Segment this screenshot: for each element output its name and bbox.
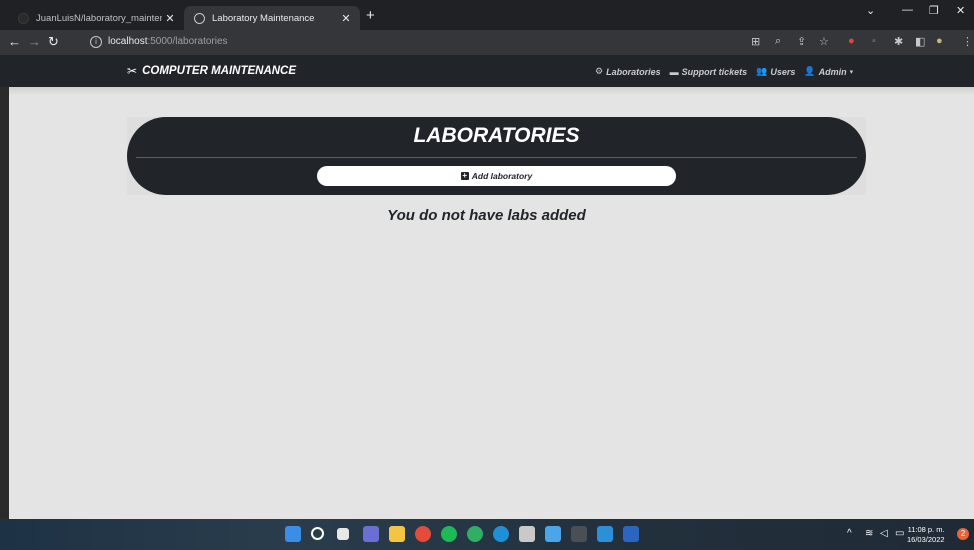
navbar-shadow [9, 87, 974, 95]
user-icon: 👤 [804, 66, 816, 76]
edge-icon[interactable] [493, 526, 509, 542]
header-card: LABORATORIES + Add laboratory [127, 117, 866, 195]
time-text: 11:08 p. m. [907, 525, 945, 534]
task-view-icon[interactable] [337, 528, 349, 540]
word-icon[interactable] [623, 526, 639, 542]
chrome-icon[interactable] [415, 526, 431, 542]
add-laboratory-label: Add laboratory [471, 171, 533, 181]
close-window-button[interactable]: ✕ [956, 4, 965, 17]
translate-icon[interactable]: ⊞ [751, 35, 760, 48]
file-explorer-icon[interactable] [389, 526, 405, 542]
spotify-icon[interactable] [441, 526, 457, 542]
share-icon[interactable]: ⇪ [797, 35, 806, 48]
brand[interactable]: ✂ COMPUTER MAINTENANCE [127, 64, 296, 78]
vscode-icon[interactable] [597, 526, 613, 542]
divider [136, 157, 857, 158]
browser-tab-github[interactable]: JuanLuisN/laboratory_maintenan ✕ [8, 6, 184, 30]
hubspot-icon[interactable] [467, 526, 483, 542]
virtualbox-icon[interactable] [519, 526, 535, 542]
users-icon: 👥 [756, 66, 768, 76]
search-icon[interactable] [311, 527, 324, 540]
notification-badge[interactable]: 2 [957, 528, 969, 540]
globe-icon [194, 12, 205, 24]
extension-icon[interactable]: ▪ [872, 35, 876, 47]
terminal-icon[interactable] [571, 526, 587, 542]
new-tab-button[interactable]: + [366, 6, 375, 26]
volume-icon[interactable]: ◁ [880, 528, 888, 539]
nav-item-admin-dropdown[interactable]: 👤 Admin ▾ [804, 66, 856, 77]
brand-label: COMPUTER MAINTENANCE [142, 65, 297, 77]
tab-label: Laboratory Maintenance [212, 12, 315, 24]
site-info-icon[interactable]: i [90, 36, 102, 48]
left-edge [0, 87, 9, 519]
page-content: LABORATORIES + Add laboratory You do not… [9, 87, 974, 519]
menu-kebab-icon[interactable]: ⋮ [962, 35, 973, 48]
github-icon [18, 12, 29, 24]
bookmark-star-icon[interactable]: ☆ [819, 35, 829, 48]
computer-icon: ⚙ [595, 66, 604, 76]
windows-taskbar: ^ ≋ ◁ ▭ 11:08 p. m. 16/03/2022 2 [0, 519, 974, 550]
forward-button[interactable]: → [28, 33, 41, 51]
browser-tabstrip: JuanLuisN/laboratory_maintenan ✕ Laborat… [0, 0, 974, 30]
battery-icon[interactable]: ▭ [895, 528, 904, 539]
date-text: 16/03/2022 [907, 535, 945, 544]
url-text: localhost:5000/laboratories [108, 36, 228, 47]
nav-label: Users [770, 66, 796, 77]
nav-label: Admin [818, 66, 847, 77]
ticket-icon: ▬ [669, 66, 679, 77]
extension-icon[interactable]: ● [848, 35, 855, 47]
profile-avatar-icon[interactable]: ● [936, 35, 943, 47]
start-icon[interactable] [285, 526, 301, 542]
empty-state-message: You do not have labs added [387, 207, 586, 224]
minimize-button[interactable]: — [902, 4, 913, 16]
page-title: LABORATORIES [413, 124, 580, 147]
nav-item-support-tickets[interactable]: ▬ Support tickets [670, 66, 748, 77]
nav-item-users[interactable]: 👥 Users [756, 66, 795, 77]
nav-label: Laboratories [606, 66, 661, 77]
restore-button[interactable]: ❐ [929, 4, 939, 17]
tools-icon: ✂ [127, 64, 138, 78]
nav-links: ⚙ Laboratories ▬ Support tickets 👥 Users… [595, 66, 865, 77]
browser-tab-active[interactable]: Laboratory Maintenance ✕ [184, 6, 360, 30]
extensions-puzzle-icon[interactable]: ✱ [894, 35, 903, 48]
clock[interactable]: 11:08 p. m. 16/03/2022 [907, 525, 945, 545]
chevron-up-icon[interactable]: ^ [847, 528, 852, 539]
back-button[interactable]: ← [8, 33, 21, 51]
tab-label: JuanLuisN/laboratory_maintenan [36, 12, 162, 24]
wifi-icon[interactable]: ≋ [865, 528, 873, 539]
add-laboratory-button[interactable]: + Add laboratory [317, 166, 676, 186]
plus-square-icon: + [460, 171, 469, 180]
nav-label: Support tickets [681, 66, 748, 77]
photos-icon[interactable] [545, 526, 561, 542]
close-tab-icon[interactable]: ✕ [162, 12, 178, 25]
close-tab-icon[interactable]: ✕ [338, 12, 354, 25]
teams-icon[interactable] [363, 526, 379, 542]
caret-down-icon: ▾ [849, 68, 854, 76]
header-card-container: LABORATORIES + Add laboratory [127, 117, 866, 195]
zoom-icon[interactable]: ⌕ [775, 35, 781, 48]
reload-button[interactable]: ↻ [48, 33, 59, 51]
side-panel-icon[interactable]: ◧ [915, 35, 925, 48]
nav-item-laboratories[interactable]: ⚙ Laboratories [595, 66, 661, 77]
app-navbar: ✂ COMPUTER MAINTENANCE ⚙ Laboratories ▬ … [0, 55, 974, 87]
tab-search-icon[interactable]: ⌄ [866, 4, 875, 17]
address-bar[interactable]: i localhost:5000/laboratories [84, 33, 974, 53]
